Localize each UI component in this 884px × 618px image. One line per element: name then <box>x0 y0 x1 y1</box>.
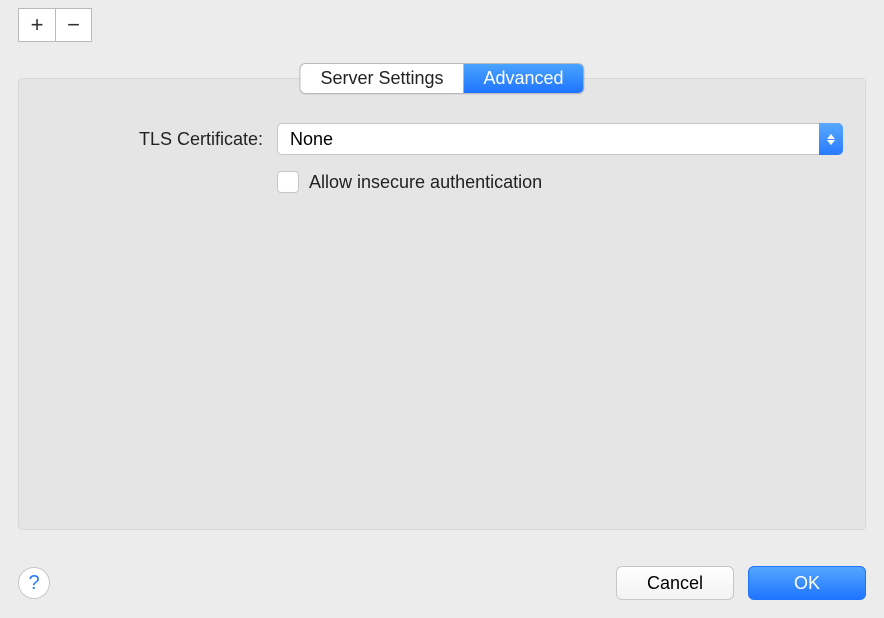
settings-panel: Server Settings Advanced TLS Certificate… <box>18 78 866 530</box>
remove-button[interactable]: − <box>55 9 91 41</box>
chevron-up-down-icon <box>819 123 843 155</box>
add-button[interactable]: + <box>19 9 55 41</box>
dialog-footer: ? Cancel OK <box>18 566 866 600</box>
allow-insecure-label: Allow insecure authentication <box>309 172 542 193</box>
tab-bar: Server Settings Advanced <box>299 63 584 94</box>
tls-certificate-value: None <box>290 129 333 150</box>
tls-certificate-row: TLS Certificate: None <box>19 123 843 155</box>
add-remove-group: + − <box>18 8 92 42</box>
allow-insecure-checkbox[interactable] <box>277 171 299 193</box>
tls-certificate-popup[interactable]: None <box>277 123 843 155</box>
tls-certificate-label: TLS Certificate: <box>19 129 277 150</box>
allow-insecure-row: Allow insecure authentication <box>277 171 542 193</box>
tab-server-settings[interactable]: Server Settings <box>300 64 463 93</box>
help-button[interactable]: ? <box>18 567 50 599</box>
tab-advanced[interactable]: Advanced <box>464 64 584 93</box>
ok-button[interactable]: OK <box>748 566 866 600</box>
cancel-button[interactable]: Cancel <box>616 566 734 600</box>
